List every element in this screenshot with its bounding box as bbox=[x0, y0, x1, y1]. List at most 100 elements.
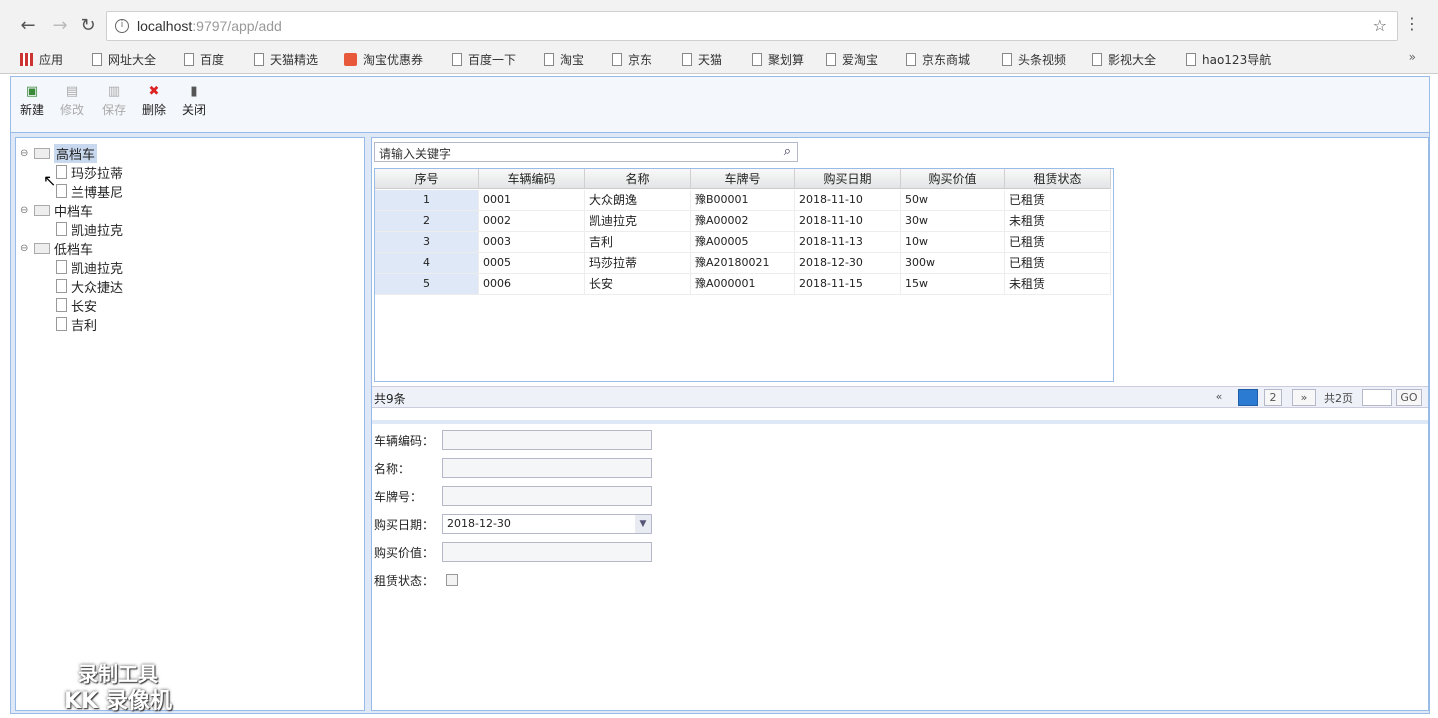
tree-group[interactable]: ⊖ 低档车 bbox=[20, 239, 93, 258]
column-header[interactable]: 序号 bbox=[375, 169, 479, 189]
code-field[interactable] bbox=[442, 430, 652, 450]
name-field[interactable] bbox=[442, 458, 652, 478]
bookmark-item[interactable]: 头条视频 bbox=[1002, 51, 1066, 67]
table-cell: 未租赁 bbox=[1005, 274, 1111, 294]
table-row[interactable]: 3 0003 吉利 豫A00005 2018-11-13 10w 已租赁 bbox=[375, 232, 1111, 253]
column-header[interactable]: 租赁状态 bbox=[1005, 169, 1111, 189]
column-header[interactable]: 购买价值 bbox=[901, 169, 1005, 189]
table-cell: 豫B00001 bbox=[691, 190, 795, 210]
table-cell: 已租赁 bbox=[1005, 190, 1111, 210]
reload-icon[interactable]: ↻ bbox=[76, 14, 100, 38]
bookmark-star-icon[interactable]: ☆ bbox=[1373, 16, 1387, 35]
tree-item[interactable]: 凯迪拉克 bbox=[56, 220, 123, 239]
bookmark-item[interactable]: 聚划算 bbox=[752, 51, 804, 67]
page-icon bbox=[1186, 52, 1196, 66]
tree-item[interactable]: 吉利 bbox=[56, 315, 97, 334]
bookmark-item[interactable]: 京东商城 bbox=[906, 51, 970, 67]
folder-icon bbox=[34, 204, 50, 216]
new-label: 新建 bbox=[19, 103, 44, 117]
bookmark-item[interactable]: 淘宝 bbox=[544, 51, 584, 67]
column-header[interactable]: 车辆编码 bbox=[479, 169, 585, 189]
tree-item[interactable]: 大众捷达 bbox=[56, 277, 123, 296]
column-header[interactable]: 购买日期 bbox=[795, 169, 901, 189]
go-button[interactable]: GO bbox=[1396, 389, 1422, 406]
table-cell: 2 bbox=[375, 211, 479, 231]
bookmark-label: 天猫精选 bbox=[270, 52, 319, 67]
edit-label: 修改 bbox=[59, 103, 84, 117]
page-icon bbox=[92, 52, 102, 66]
bookmark-label: 网址大全 bbox=[108, 52, 157, 67]
url-text: localhost:9797/app/add bbox=[137, 18, 282, 34]
bookmark-item[interactable]: hao123导航 bbox=[1186, 51, 1271, 67]
tree-item[interactable]: 兰博基尼 bbox=[56, 182, 124, 201]
edit-button[interactable]: ▤ 修改 bbox=[55, 85, 89, 118]
price-field[interactable] bbox=[442, 542, 652, 562]
code-label: 车辆编码： bbox=[374, 434, 435, 448]
expand-icon[interactable]: ⊖ bbox=[20, 205, 30, 216]
search-icon[interactable]: ⌕ bbox=[784, 144, 791, 159]
prev-page-button[interactable]: « bbox=[1208, 389, 1230, 406]
status-checkbox[interactable] bbox=[446, 574, 458, 586]
table-row[interactable]: 1 0001 大众朗逸 豫B00001 2018-11-10 50w 已租赁 bbox=[375, 190, 1111, 211]
date-dropdown-icon[interactable]: ▼ bbox=[635, 515, 651, 533]
page-icon bbox=[1002, 52, 1012, 66]
address-bar[interactable]: i localhost:9797/app/add ☆ bbox=[106, 11, 1398, 41]
tree-group[interactable]: ⊖ 中档车 bbox=[20, 201, 93, 220]
tree-item-label: 凯迪拉克 bbox=[71, 261, 124, 277]
bookmark-item[interactable]: 网址大全 bbox=[92, 51, 156, 67]
table-cell: 30w bbox=[901, 211, 1005, 231]
bookmark-item[interactable]: 天猫精选 bbox=[254, 51, 318, 67]
expand-icon[interactable]: ⊖ bbox=[20, 243, 30, 254]
table-cell: 4 bbox=[375, 253, 479, 273]
bookmarks-more-icon[interactable]: » bbox=[1409, 50, 1416, 64]
next-page-button[interactable]: » bbox=[1292, 389, 1316, 406]
bookmark-item[interactable]: 天猫 bbox=[682, 51, 722, 67]
date-field[interactable]: 2018-12-30 ▼ bbox=[442, 514, 652, 534]
bookmark-item[interactable]: 淘宝优惠券 bbox=[344, 51, 423, 67]
table-row[interactable]: 4 0005 玛莎拉蒂 豫A20180021 2018-12-30 300w 已租赁 bbox=[375, 253, 1111, 274]
page-1-button[interactable] bbox=[1238, 389, 1258, 406]
column-header[interactable]: 车牌号 bbox=[691, 169, 795, 189]
page-2-button[interactable]: 2 bbox=[1264, 389, 1282, 406]
info-icon[interactable]: i bbox=[115, 19, 129, 33]
page-jump-input[interactable] bbox=[1362, 389, 1392, 406]
bookmark-label: 应用 bbox=[39, 52, 64, 67]
bookmark-item[interactable]: 百度一下 bbox=[452, 51, 516, 67]
table-cell: 0006 bbox=[479, 274, 585, 294]
bookmark-item[interactable]: 爱淘宝 bbox=[826, 51, 878, 67]
bookmark-label: 影视大全 bbox=[1108, 52, 1157, 67]
expand-icon[interactable]: ⊖ bbox=[20, 148, 30, 159]
plate-field[interactable] bbox=[442, 486, 652, 506]
bookmark-item[interactable]: 应用 bbox=[20, 51, 63, 67]
save-button[interactable]: ▥ 保存 bbox=[97, 85, 131, 118]
table-row[interactable]: 5 0006 长安 豫A000001 2018-11-15 15w 未租赁 bbox=[375, 274, 1111, 295]
search-input[interactable]: 请输入关键字 ⌕ bbox=[374, 142, 798, 162]
table-cell: 2018-11-13 bbox=[795, 232, 901, 252]
tree-item[interactable]: 玛莎拉蒂 bbox=[56, 163, 123, 182]
forward-arrow-icon[interactable]: → bbox=[48, 14, 72, 38]
column-header[interactable]: 名称 bbox=[585, 169, 691, 189]
tree-group[interactable]: ⊖ 高档车 bbox=[20, 143, 98, 163]
table-row[interactable]: 2 0002 凯迪拉克 豫A00002 2018-11-10 30w 未租赁 bbox=[375, 211, 1111, 232]
status-label: 租赁状态： bbox=[374, 574, 435, 588]
tree-item[interactable]: 长安 bbox=[56, 296, 97, 315]
toolbar: ▣ 新建 ▤ 修改 ▥ 保存 ✖ 删除 ▮ 关闭 bbox=[11, 77, 1429, 133]
back-arrow-icon[interactable]: ← bbox=[16, 14, 40, 38]
browser-menu-icon[interactable]: ⋮ bbox=[1404, 14, 1420, 33]
table-cell: 50w bbox=[901, 190, 1005, 210]
delete-button[interactable]: ✖ 删除 bbox=[137, 85, 171, 118]
recorder-watermark: 录制工具 KK 录像机 bbox=[43, 661, 193, 717]
bookmark-item[interactable]: 京东 bbox=[612, 51, 652, 67]
date-label: 购买日期： bbox=[374, 518, 435, 532]
delete-icon: ✖ bbox=[148, 84, 160, 99]
bookmark-item[interactable]: 影视大全 bbox=[1092, 51, 1156, 67]
tree-item[interactable]: 凯迪拉克 bbox=[56, 258, 124, 277]
close-button[interactable]: ▮ 关闭 bbox=[177, 85, 211, 118]
bookmark-label: hao123导航 bbox=[1202, 52, 1272, 67]
document-icon bbox=[56, 165, 67, 179]
new-button[interactable]: ▣ 新建 bbox=[15, 85, 49, 118]
document-icon bbox=[56, 260, 67, 274]
tree-item-label: 兰博基尼 bbox=[71, 185, 124, 201]
table-cell: 豫A20180021 bbox=[691, 253, 795, 273]
bookmark-item[interactable]: 百度 bbox=[184, 51, 224, 67]
